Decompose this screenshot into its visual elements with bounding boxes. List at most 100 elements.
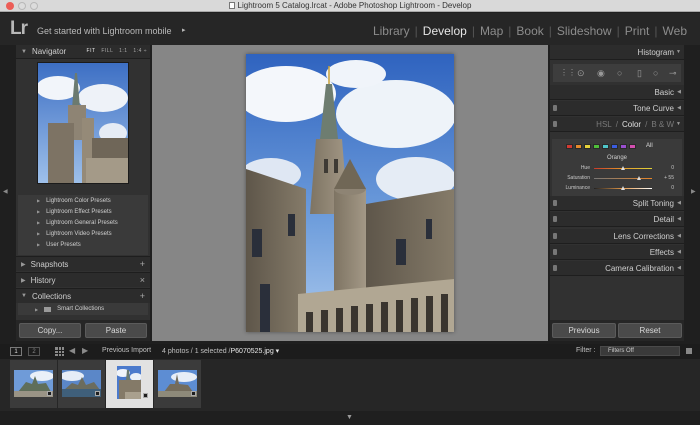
radial-filter-icon[interactable]: ○ (653, 68, 658, 78)
graduated-filter-icon[interactable]: ▯ (637, 68, 642, 79)
camera-calibration-header[interactable]: Camera Calibration ◀ (550, 261, 684, 276)
panel-switch-icon[interactable] (553, 200, 557, 206)
effects-header[interactable]: Effects ◀ (550, 245, 684, 260)
expand-triangle-icon: ▶ (37, 198, 41, 203)
color-swatch-6[interactable] (620, 143, 627, 149)
paste-settings-button[interactable]: Paste (85, 323, 147, 338)
hue-slider[interactable]: Hue 0 (552, 164, 682, 172)
color-swatch-4[interactable] (602, 143, 609, 149)
add-snapshot-button[interactable]: + (140, 259, 145, 269)
mobile-promo-arrow-icon[interactable]: ▸ (182, 26, 186, 34)
forward-arrow-icon[interactable]: ▶ (82, 346, 88, 355)
color-swatch-0[interactable] (566, 143, 573, 149)
filmstrip-thumbnail[interactable] (58, 360, 105, 408)
right-panel-toggle-icon[interactable]: ▶ (691, 188, 696, 195)
zoom-fit[interactable]: FIT (87, 48, 96, 54)
lens-corrections-header[interactable]: Lens Corrections ◀ (550, 229, 684, 244)
luminance-value[interactable]: 0 (671, 185, 674, 191)
back-arrow-icon[interactable]: ◀ (69, 346, 75, 355)
tab-hsl[interactable]: HSL (596, 120, 612, 129)
preset-folder-effect[interactable]: ▶ Lightroom Effect Presets (18, 206, 148, 217)
saturation-track[interactable] (594, 176, 652, 180)
module-book[interactable]: Book (511, 24, 548, 38)
panel-switch-icon[interactable] (553, 233, 557, 239)
filter-dropdown[interactable]: Filters Off (600, 346, 680, 356)
spot-removal-icon[interactable]: ◉ (597, 68, 605, 79)
tone-curve-header[interactable]: Tone Curve ◀ (550, 101, 684, 116)
reset-button[interactable]: Reset (618, 323, 682, 338)
clear-history-button[interactable]: × (140, 275, 145, 285)
color-swatch-5[interactable] (611, 143, 618, 149)
left-panel-toggle-icon[interactable]: ◀ (3, 188, 8, 195)
panel-switch-icon[interactable] (553, 265, 557, 271)
main-screen-button[interactable]: 1 (10, 347, 22, 356)
panel-switch-icon[interactable] (553, 249, 557, 255)
history-header[interactable]: ▶ History × (16, 272, 150, 287)
image-canvas[interactable] (152, 45, 548, 341)
luminance-slider[interactable]: Luminance 0 (552, 184, 682, 192)
crop-tool-icon[interactable]: ⊙ (577, 68, 585, 79)
module-library[interactable]: Library (368, 24, 415, 38)
grid-overlay-icon[interactable]: ⋮⋮ (560, 68, 576, 77)
hsl-tab-separator: / (645, 119, 648, 129)
document-icon (228, 2, 235, 9)
snapshots-header[interactable]: ▶ Snapshots + (16, 256, 150, 271)
hue-value[interactable]: 0 (671, 165, 674, 171)
module-develop[interactable]: Develop (418, 24, 472, 38)
hue-thumb[interactable] (621, 166, 625, 170)
module-print[interactable]: Print (620, 24, 655, 38)
filmstrip-thumbnail-selected[interactable] (106, 360, 153, 408)
mobile-promo-link[interactable]: Get started with Lightroom mobile (37, 26, 172, 36)
previous-settings-button[interactable]: Previous (552, 323, 616, 338)
basic-header[interactable]: Basic ◀ (550, 85, 684, 100)
swatch-all-button[interactable]: All (646, 143, 653, 149)
collections-header[interactable]: ▼ Collections + (16, 288, 150, 303)
red-eye-icon[interactable]: ○ (617, 68, 622, 78)
expand-triangle-icon: ◀ (677, 216, 681, 222)
luminance-track[interactable] (594, 186, 652, 190)
saturation-thumb[interactable] (636, 176, 641, 180)
preset-folder-user[interactable]: ▶ User Presets (18, 239, 148, 250)
filmstrip-toggle-icon[interactable]: ▼ (346, 414, 353, 421)
tab-bw[interactable]: B & W (651, 120, 674, 129)
module-web[interactable]: Web (658, 24, 692, 38)
edited-badge-icon (143, 393, 148, 398)
module-slideshow[interactable]: Slideshow (552, 24, 617, 38)
panel-switch-icon[interactable] (553, 216, 557, 222)
second-screen-button[interactable]: 2 (28, 347, 40, 356)
selected-filename[interactable]: P6070525.jpg ▾ (231, 348, 280, 355)
saturation-slider[interactable]: Saturation + 55 (552, 174, 682, 182)
color-swatch-2[interactable] (584, 143, 591, 149)
split-toning-header[interactable]: Split Toning ◀ (550, 196, 684, 211)
filmstrip-thumbnail[interactable] (154, 360, 201, 408)
adjustment-brush-icon[interactable]: ⊸ (669, 68, 677, 79)
grid-view-icon[interactable] (55, 347, 64, 356)
luminance-thumb[interactable] (621, 186, 625, 190)
color-swatch-3[interactable] (593, 143, 600, 149)
histogram-header[interactable]: Histogram ▼ (550, 45, 684, 60)
add-collection-button[interactable]: + (140, 291, 145, 301)
zoom-fill[interactable]: FILL (101, 48, 113, 54)
module-map[interactable]: Map (475, 24, 508, 38)
navigator-preview[interactable] (36, 62, 129, 184)
zoom-1-4[interactable]: 1:4 ÷ (133, 48, 147, 54)
tab-color[interactable]: Color (622, 120, 641, 129)
saturation-value[interactable]: + 55 (664, 175, 674, 181)
color-swatch-1[interactable] (575, 143, 582, 149)
filmstrip-source[interactable]: Previous Import (102, 347, 151, 354)
expand-triangle-icon: ◀ (677, 265, 681, 271)
color-swatch-7[interactable] (629, 143, 636, 149)
hue-track[interactable] (594, 166, 652, 170)
panel-switch-icon[interactable] (553, 105, 557, 111)
filmstrip-thumbnail[interactable] (10, 360, 57, 408)
panel-switch-icon[interactable] (553, 121, 557, 127)
navigator-header[interactable]: ▼ Navigator FIT FILL 1:1 1:4 ÷ (16, 45, 150, 59)
zoom-1-1[interactable]: 1:1 (119, 48, 127, 54)
preset-folder-color[interactable]: ▶ Lightroom Color Presets (18, 195, 148, 206)
filter-lock-icon[interactable] (686, 348, 692, 354)
preset-folder-video[interactable]: ▶ Lightroom Video Presets (18, 228, 148, 239)
copy-settings-button[interactable]: Copy... (19, 323, 81, 338)
preset-folder-general[interactable]: ▶ Lightroom General Presets (18, 217, 148, 228)
smart-collections-item[interactable]: ▶ Smart Collections (18, 303, 148, 315)
detail-header[interactable]: Detail ◀ (550, 212, 684, 227)
